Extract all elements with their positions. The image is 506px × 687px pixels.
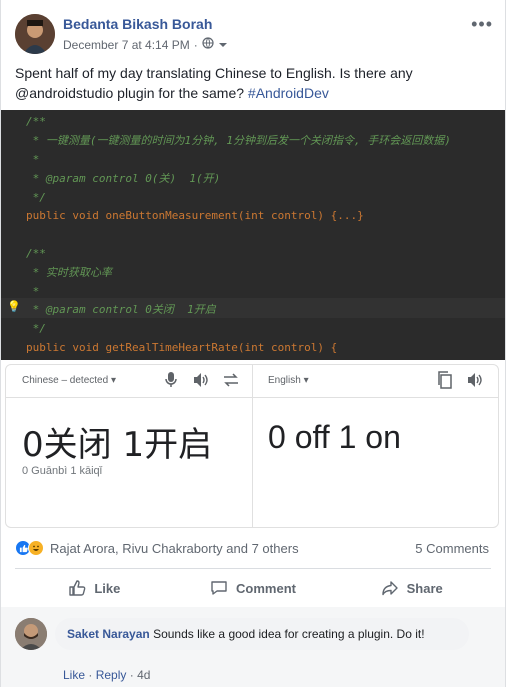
share-arrow-icon <box>381 579 399 597</box>
haha-reaction-icon <box>28 540 44 556</box>
post-actions-bar: Like Comment Share <box>15 569 491 607</box>
reaction-names[interactable]: Rajat Arora, Rivu Chakraborty and 7 othe… <box>50 541 299 556</box>
translate-panel: Chinese – detected ▾ English ▾ 0关闭 1开启 0… <box>5 364 499 528</box>
code-line: * <box>26 153 40 166</box>
code-line: /** <box>26 247 46 260</box>
source-text: 0关闭 1开启 <box>22 425 213 465</box>
code-line: * 一键测量(一键测量的时间为1分钟, 1分钟到后发一个关闭指令, 手环会返回数… <box>26 134 451 147</box>
share-button[interactable]: Share <box>332 569 491 607</box>
post-text: Spent half of my day translating Chinese… <box>15 65 413 101</box>
speaker-icon[interactable] <box>466 371 484 394</box>
thumbs-up-icon <box>68 579 86 597</box>
code-line: * @param control 0关闭 1开启 <box>26 303 216 316</box>
comment-actions: Like · Reply · 4d <box>63 668 151 682</box>
code-line: /** <box>26 115 46 128</box>
post-card: Bedanta Bikash Borah December 7 at 4:14 … <box>0 0 506 687</box>
lightbulb-icon: 💡 <box>7 300 21 313</box>
post-body: Spent half of my day translating Chinese… <box>15 63 485 103</box>
source-romanization: 0 Guānbì 1 kāiqǐ <box>22 465 103 477</box>
comments-count[interactable]: 5 Comments <box>415 541 489 556</box>
privacy-dropdown-icon[interactable] <box>218 38 228 52</box>
more-options-icon[interactable]: ••• <box>471 14 493 35</box>
hashtag-link[interactable]: #AndroidDev <box>248 85 329 101</box>
comment-button[interactable]: Comment <box>174 569 333 607</box>
commenter-name[interactable]: Saket Narayan <box>67 627 150 641</box>
commenter-avatar[interactable] <box>15 618 47 650</box>
comment-reply-link[interactable]: Reply <box>96 668 127 682</box>
author-avatar[interactable] <box>15 14 55 54</box>
post-meta: December 7 at 4:14 PM · <box>63 37 228 52</box>
translated-text: 0 off 1 on <box>268 419 401 455</box>
comment-bubble-icon <box>210 579 228 597</box>
comment-age[interactable]: 4d <box>137 668 150 682</box>
code-screenshot[interactable]: 💡 /** * 一键测量(一键测量的时间为1分钟, 1分钟到后发一个关闭指令, … <box>1 110 505 360</box>
divider <box>252 365 253 527</box>
code-line: * 实时获取心率 <box>26 266 112 279</box>
swap-languages-icon[interactable] <box>222 371 240 394</box>
code-line: */ <box>26 322 46 335</box>
microphone-icon[interactable] <box>164 371 178 394</box>
reactions-summary[interactable]: Rajat Arora, Rivu Chakraborty and 7 othe… <box>15 540 299 556</box>
globe-icon <box>202 37 214 52</box>
like-button[interactable]: Like <box>15 569 174 607</box>
post-timestamp[interactable]: December 7 at 4:14 PM <box>63 38 190 52</box>
comment-like-link[interactable]: Like <box>63 668 85 682</box>
copy-icon[interactable] <box>436 371 454 394</box>
code-line: public void oneButtonMeasurement(int con… <box>26 209 364 222</box>
target-language-select[interactable]: English ▾ <box>268 375 309 386</box>
code-line: * @param control 0(关) 1(开) <box>26 172 221 185</box>
author-name[interactable]: Bedanta Bikash Borah <box>63 16 212 32</box>
code-line: public void getRealTimeHeartRate(int con… <box>26 341 338 354</box>
speaker-icon[interactable] <box>192 371 210 394</box>
code-line: */ <box>26 191 46 204</box>
comment-text: Sounds like a good idea for creating a p… <box>153 627 425 641</box>
code-line: * <box>26 285 40 298</box>
comment-bubble: Saket Narayan Sounds like a good idea fo… <box>55 618 469 650</box>
source-language-select[interactable]: Chinese – detected ▾ <box>22 375 116 386</box>
